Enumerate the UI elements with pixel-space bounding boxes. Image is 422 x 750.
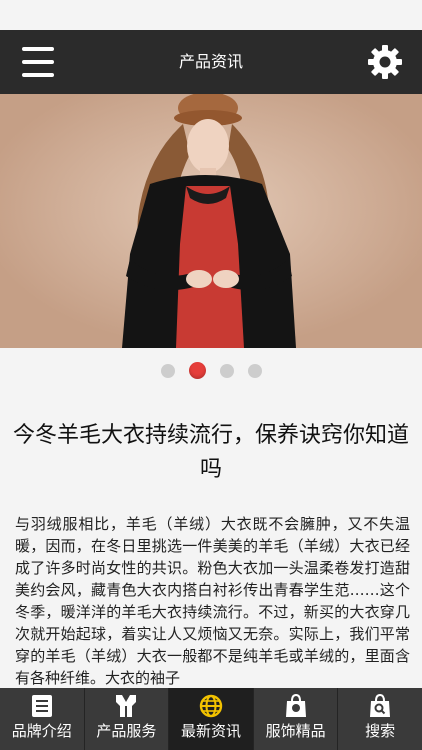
book-icon (31, 695, 52, 717)
globe-icon (199, 694, 223, 718)
fashion-model-photo (0, 94, 422, 348)
nav-label: 搜索 (365, 722, 396, 740)
carousel-dot[interactable] (247, 363, 262, 378)
carousel-dot[interactable] (188, 362, 206, 379)
nav-item-product-service[interactable]: 产品服务 (85, 688, 170, 750)
article-body: 与羽绒服相比，羊毛（羊绒）大衣既不会臃肿，又不失温暖，因而，在冬日里挑选一件美美… (15, 515, 410, 687)
nav-label: 最新资讯 (180, 722, 241, 740)
nav-item-search[interactable]: 搜索 (338, 688, 422, 750)
app-header: 产品资讯 (0, 30, 422, 94)
vest-icon (116, 695, 137, 717)
nav-item-brand-intro[interactable]: 品牌介绍 (0, 688, 85, 750)
nav-item-fashion-boutique[interactable]: 服饰精品 (254, 688, 339, 750)
settings-button[interactable] (366, 43, 404, 81)
search-bag-icon (370, 693, 391, 717)
article-title: 今冬羊毛大衣持续流行，保养诀窍你知道吗 (12, 423, 409, 482)
carousel-dot[interactable] (160, 363, 175, 378)
nav-label: 产品服务 (96, 722, 157, 740)
nav-item-latest-news[interactable]: 最新资讯 (169, 688, 254, 750)
nav-label: 服饰精品 (265, 722, 326, 740)
carousel-banner[interactable] (0, 94, 422, 348)
page-title: 产品资讯 (178, 52, 243, 71)
nav-label: 品牌介绍 (11, 722, 72, 740)
bottom-nav: 品牌介绍 产品服务 最新资讯 服饰精品 搜索 (0, 688, 422, 750)
gear-icon (368, 45, 402, 79)
carousel-indicator (0, 362, 422, 380)
carousel-dot[interactable] (219, 363, 234, 378)
bag-icon (285, 693, 306, 717)
status-bar (0, 0, 422, 30)
